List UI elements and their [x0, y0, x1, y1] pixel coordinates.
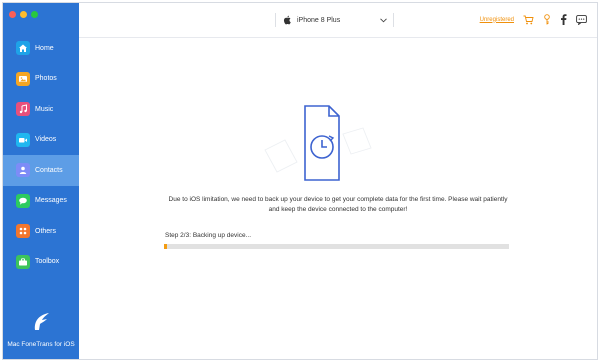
fonetrans-logo-icon — [34, 313, 49, 330]
device-name: iPhone 8 Plus — [297, 16, 341, 24]
main-content: Due to iOS limitation, we need to back u… — [79, 38, 597, 359]
sidebar-item-messages[interactable]: Messages — [3, 186, 79, 217]
backup-file-illustration-icon — [264, 105, 372, 181]
sidebar-item-label: Photos — [35, 75, 57, 83]
sidebar-item-label: Others — [35, 227, 57, 235]
top-actions: Unregistered — [480, 14, 587, 25]
video-icon — [16, 132, 30, 147]
sidebar-item-others[interactable]: Others — [3, 216, 79, 247]
divider — [275, 13, 276, 27]
sidebar-item-videos[interactable]: Videos — [3, 125, 79, 156]
unregistered-link[interactable]: Unregistered — [480, 17, 514, 23]
app-window: Home Photos Music Videos Contacts Messag… — [2, 2, 598, 360]
zoom-window-button[interactable] — [31, 11, 38, 18]
sidebar-item-label: Messages — [35, 197, 67, 205]
sidebar-item-label: Music — [35, 105, 54, 113]
sidebar-item-contacts[interactable]: Contacts — [3, 155, 79, 186]
others-icon — [16, 224, 30, 239]
brand: Mac FoneTrans for iOS — [3, 309, 79, 349]
minimize-window-button[interactable] — [20, 11, 27, 18]
sidebar-item-photos[interactable]: Photos — [3, 64, 79, 95]
apple-icon — [283, 15, 291, 25]
toolbox-icon — [16, 254, 30, 269]
photo-icon — [16, 71, 30, 86]
home-icon — [16, 41, 30, 56]
divider — [393, 13, 394, 27]
backup-progress-bar — [164, 244, 509, 249]
feedback-icon[interactable] — [576, 14, 587, 25]
message-icon — [16, 193, 30, 208]
sidebar-item-label: Home — [35, 44, 54, 52]
contact-icon — [16, 163, 30, 178]
sidebar-nav: Home Photos Music Videos Contacts Messag… — [3, 33, 79, 277]
facebook-icon[interactable] — [560, 14, 567, 25]
step-label: Step 2/3: Backing up device... — [165, 232, 251, 239]
sidebar: Home Photos Music Videos Contacts Messag… — [3, 3, 79, 359]
sidebar-item-label: Contacts — [35, 166, 63, 174]
music-icon — [16, 102, 30, 117]
top-bar: iPhone 8 Plus Unregistered — [79, 3, 597, 38]
sidebar-item-toolbox[interactable]: Toolbox — [3, 247, 79, 278]
close-window-button[interactable] — [9, 11, 16, 18]
sidebar-item-label: Videos — [35, 136, 57, 144]
chevron-down-icon — [380, 18, 387, 23]
key-icon[interactable] — [543, 14, 551, 25]
window-controls — [9, 11, 38, 18]
sidebar-item-music[interactable]: Music — [3, 94, 79, 125]
sidebar-item-home[interactable]: Home — [3, 33, 79, 64]
device-selector[interactable]: iPhone 8 Plus — [275, 12, 394, 28]
brand-name: Mac FoneTrans for iOS — [7, 341, 75, 348]
cart-icon[interactable] — [523, 15, 534, 25]
sidebar-item-label: Toolbox — [35, 258, 60, 266]
backup-notice: Due to iOS limitation, we need to back u… — [168, 196, 508, 213]
progress-fill — [164, 244, 168, 249]
